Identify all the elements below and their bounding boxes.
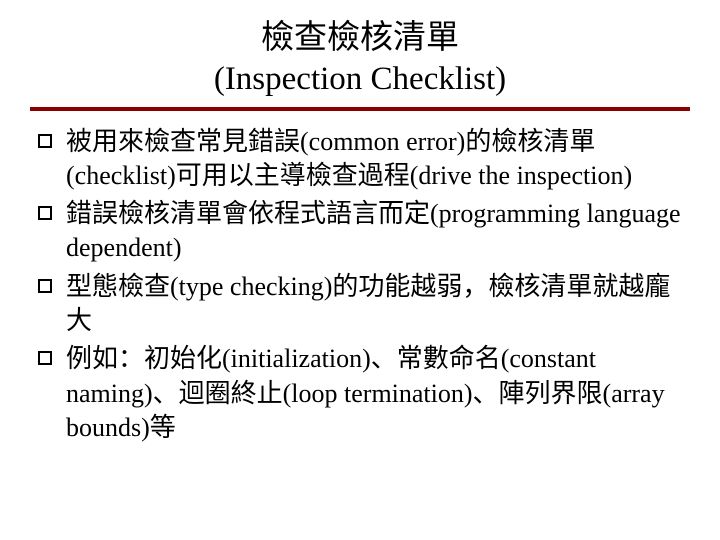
title-line-2: (Inspection Checklist) — [30, 59, 690, 100]
list-item-text: 例如：初始化(initialization)、常數命名(constant nam… — [66, 342, 690, 445]
list-item-text: 被用來檢查常見錯誤(common error)的檢核清單(checklist)可… — [66, 125, 690, 194]
title-line-1: 檢查檢核清單 — [30, 18, 690, 59]
list-item: 型態檢查(type checking)的功能越弱，檢核清單就越龐大 — [36, 270, 690, 339]
checkbox-icon — [38, 206, 52, 220]
checkbox-icon — [38, 279, 52, 293]
list-item-text: 錯誤檢核清單會依程式語言而定(programming language depe… — [66, 197, 690, 266]
content-list: 被用來檢查常見錯誤(common error)的檢核清單(checklist)可… — [30, 125, 690, 446]
list-item-text: 型態檢查(type checking)的功能越弱，檢核清單就越龐大 — [66, 270, 690, 339]
list-item: 被用來檢查常見錯誤(common error)的檢核清單(checklist)可… — [36, 125, 690, 194]
checkbox-icon — [38, 134, 52, 148]
page-title: 檢查檢核清單 (Inspection Checklist) — [30, 18, 690, 101]
list-item: 錯誤檢核清單會依程式語言而定(programming language depe… — [36, 197, 690, 266]
list-item: 例如：初始化(initialization)、常數命名(constant nam… — [36, 342, 690, 445]
divider — [30, 107, 690, 111]
checkbox-icon — [38, 351, 52, 365]
slide: 檢查檢核清單 (Inspection Checklist) 被用來檢查常見錯誤(… — [0, 0, 720, 540]
